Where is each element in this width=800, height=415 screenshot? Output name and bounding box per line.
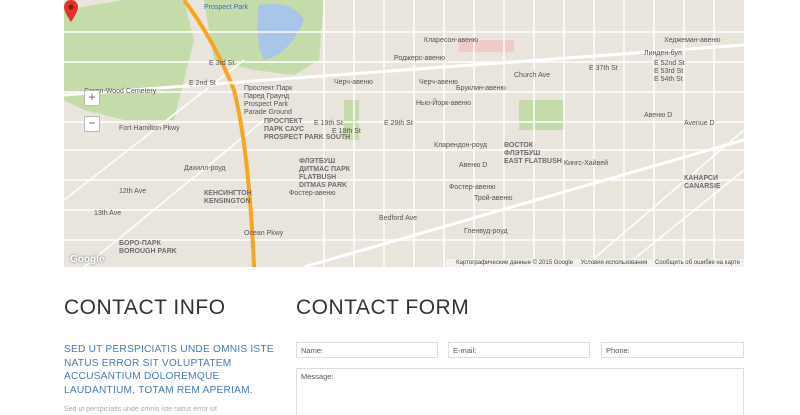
map-label: Проспект Парк (244, 85, 293, 92)
map-label: E 54th St (654, 76, 683, 83)
map-label: Нью-Йорк-авеню (416, 100, 472, 107)
map-label: Ocean Pkwy (244, 230, 284, 237)
map-label: Avenue D (684, 120, 715, 127)
zoom-out-button[interactable]: − (84, 116, 100, 132)
map-label: Кларендон-роуд (434, 142, 487, 149)
google-logo: Google (70, 254, 105, 265)
map-zoom-control: + − (84, 0, 100, 132)
map-label: E 19th St (314, 120, 343, 127)
map-label: E 29th St (384, 120, 413, 127)
terms-link[interactable]: Условия использования (581, 260, 648, 266)
map-label: ПАРК САУС (264, 126, 305, 133)
map-data-attribution: Картографические данные © 2015 Google (456, 260, 574, 266)
map-label: EAST FLATBUSH (504, 158, 562, 165)
contact-info-lead: SED UT PERSPICIATIS UNDE OMNIS ISTE NATU… (64, 344, 274, 396)
map-label: E 53rd St (654, 68, 684, 75)
map-label: E 3rd St (209, 60, 235, 67)
contact-info-text: Sed ut perspiciatis unde omnis iste natu… (64, 406, 217, 413)
map-roads (64, 0, 744, 267)
map-label: 12th Ave (119, 188, 147, 195)
email-field[interactable]: E-mail: (448, 342, 590, 358)
map-label: Черч-авеню (419, 79, 458, 86)
map-label: BOROUGH PARK (119, 248, 177, 255)
map-label: ФЛЭТБУШ (299, 158, 336, 165)
map-label: Паред Граунд (244, 93, 290, 100)
map-label: Church Ave (514, 72, 551, 79)
map-label: FLATBUSH (299, 174, 337, 181)
map-label: Бруклин-авеню (456, 85, 506, 92)
map-label: Авеню D (644, 112, 673, 119)
map-label: DITMAS PARK (299, 182, 348, 189)
map-label: Авеню D (459, 162, 488, 169)
map-label: Дахилл-роуд (184, 165, 226, 172)
report-error-link[interactable]: Сообщить об ошибке на карте (655, 260, 740, 266)
map-label: ДИТМАС ПАРК (299, 166, 351, 173)
map-label: E 37th St (589, 65, 618, 72)
map-label: Кингс-Хайвей (564, 160, 608, 167)
map-label: Фостер-авеню (449, 184, 496, 191)
map-label: Fort Hamilton Pkwy (119, 125, 180, 132)
message-field[interactable]: Message: (296, 368, 744, 415)
map-label: Parade Ground (244, 109, 292, 116)
map-label: E 52nd St (654, 60, 685, 67)
map[interactable]: Prospect Park Проспект Парк Паред Граунд… (64, 0, 744, 267)
map-label: Хеджеман-авеню (664, 37, 721, 44)
map-label: Кларесон-авеню (424, 37, 479, 44)
map-label: Prospect Park (204, 4, 248, 11)
name-field[interactable]: Name: (296, 342, 438, 358)
map-label: Фостер-авеню (289, 190, 336, 197)
map-label: KENSINGTON (204, 198, 251, 205)
map-label: 13th Ave (94, 210, 122, 217)
map-label: ПРОСПЕКТ (264, 118, 303, 125)
map-label: ВОСТОК (504, 142, 534, 149)
phone-field[interactable]: Phone: (601, 342, 744, 358)
map-footer: Картографические данные © 2015 Google Ус… (446, 259, 744, 267)
map-label: CANARSIE (684, 183, 721, 190)
map-label: Трой-авеню (474, 195, 513, 202)
map-label: КАНАРСИ (684, 175, 719, 182)
map-marker-icon[interactable] (64, 0, 78, 22)
map-label: Линден-бул (644, 50, 682, 57)
map-label: E 2nd St (189, 80, 216, 87)
map-label: Роджерс-авеню (394, 55, 446, 62)
map-label: ФЛЭТБУШ (504, 150, 541, 157)
map-label: PROSPECT PARK SOUTH (264, 134, 351, 141)
map-label: КЕНСИНГТОН (204, 190, 252, 197)
map-label: Гленвуд-роуд (464, 228, 508, 235)
map-label: Prospect Park (244, 101, 288, 108)
map-label: Черч-авеню (334, 79, 373, 86)
map-label: E 18th St (332, 128, 361, 135)
contact-form-heading: CONTACT FORM (296, 296, 470, 319)
map-label: Bedford Ave (379, 215, 418, 222)
contact-info-heading: CONTACT INFO (64, 296, 226, 319)
map-label: БОРО-ПАРК (119, 240, 161, 247)
zoom-in-button[interactable]: + (84, 90, 100, 106)
